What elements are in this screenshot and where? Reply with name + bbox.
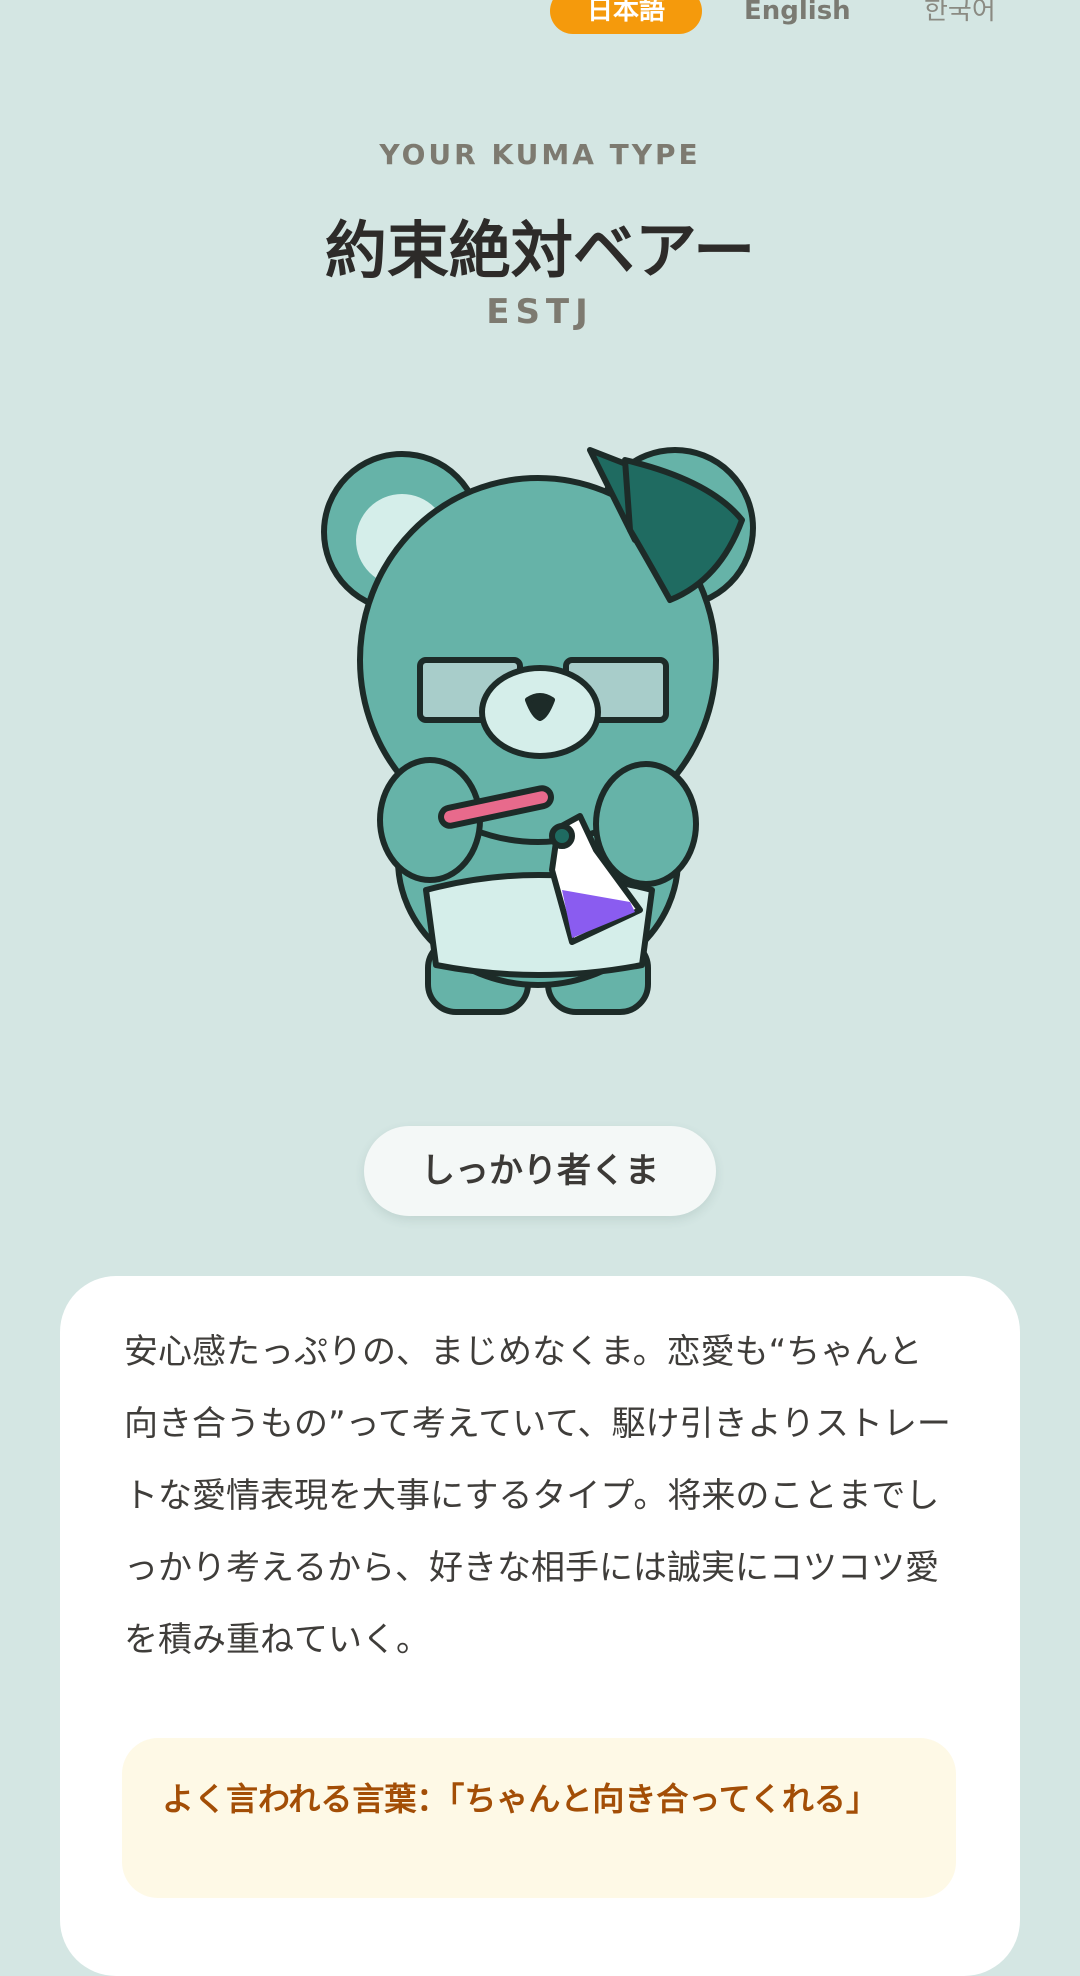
nickname-badge: しっかり者くま — [364, 1126, 716, 1216]
lang-button-japanese[interactable]: 日本語 — [550, 0, 702, 34]
result-eyebrow: YOUR KUMA TYPE — [379, 138, 701, 171]
description-card: 安心感たっぷりの、まじめなくま。恋愛も“ちゃんと向き合うもの”って考えていて、駆… — [60, 1276, 1020, 1976]
page-title: 約束絶対ベアー — [324, 214, 756, 287]
bear-illustration — [321, 447, 756, 1015]
type-code: ESTJ — [486, 292, 594, 332]
description-text: 安心感たっぷりの、まじめなくま。恋愛も“ちゃんと向き合うもの”って考えていて、駆… — [124, 1332, 951, 1660]
language-switcher: 日本語 English 한국어 — [0, 0, 1080, 38]
quote-box: よく言われる言葉：「ちゃんと向き合ってくれる」 — [122, 1738, 956, 1898]
lang-button-english[interactable]: English — [744, 0, 851, 34]
lang-button-korean[interactable]: 한국어 — [924, 0, 996, 34]
